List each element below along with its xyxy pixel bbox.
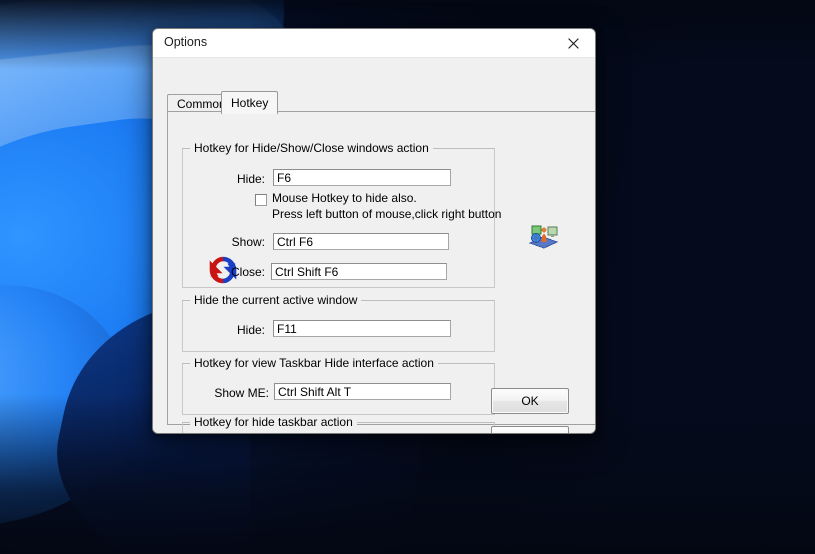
close-icon[interactable] — [551, 29, 595, 57]
group-taskbar-view: Hotkey for view Taskbar Hide interface a… — [182, 363, 495, 415]
close-label: Close: — [213, 265, 265, 279]
network-computers-icon — [526, 220, 560, 250]
mouse-hotkey-checkbox[interactable] — [255, 194, 267, 206]
mouse-hotkey-hint: Press left button of mouse,click right b… — [272, 207, 501, 221]
cancel-button[interactable]: Cancel — [491, 426, 569, 434]
group-active-window: Hide the current active window Hide: F11 — [182, 300, 495, 352]
active-hide-input[interactable]: F11 — [273, 320, 451, 337]
dialog-title: Options — [164, 35, 207, 49]
dialog-body: Common Hotkey Hotkey for Hide/Show/Close… — [153, 58, 595, 433]
mouse-hotkey-label[interactable]: Mouse Hotkey to hide also. — [272, 191, 417, 205]
desktop-background: Options Common Hotkey Hotkey for Hide/Sh… — [0, 0, 815, 554]
ok-button[interactable]: OK — [491, 388, 569, 414]
hide-input[interactable]: F6 — [273, 169, 451, 186]
group-hide-taskbar: Hotkey for hide taskbar action Hide Task… — [182, 422, 495, 434]
tabpanel-hotkey: Hotkey for Hide/Show/Close windows actio… — [167, 111, 596, 425]
group-taskbar-view-title: Hotkey for view Taskbar Hide interface a… — [190, 356, 438, 370]
group-active-window-title: Hide the current active window — [190, 293, 361, 307]
show-input[interactable]: Ctrl F6 — [273, 233, 449, 250]
active-hide-label: Hide: — [219, 323, 265, 337]
group-hide-show-close-title: Hotkey for Hide/Show/Close windows actio… — [190, 141, 433, 155]
show-me-label: Show ME: — [199, 386, 269, 400]
tab-hotkey[interactable]: Hotkey — [221, 91, 278, 114]
close-input[interactable]: Ctrl Shift F6 — [271, 263, 447, 280]
group-hide-show-close: Hotkey for Hide/Show/Close windows actio… — [182, 148, 495, 288]
dialog-titlebar[interactable]: Options — [153, 29, 595, 58]
show-label: Show: — [213, 235, 265, 249]
hide-label: Hide: — [219, 172, 265, 186]
options-dialog: Options Common Hotkey Hotkey for Hide/Sh… — [152, 28, 596, 434]
group-hide-taskbar-title: Hotkey for hide taskbar action — [190, 415, 357, 429]
show-me-input[interactable]: Ctrl Shift Alt T — [274, 383, 451, 400]
